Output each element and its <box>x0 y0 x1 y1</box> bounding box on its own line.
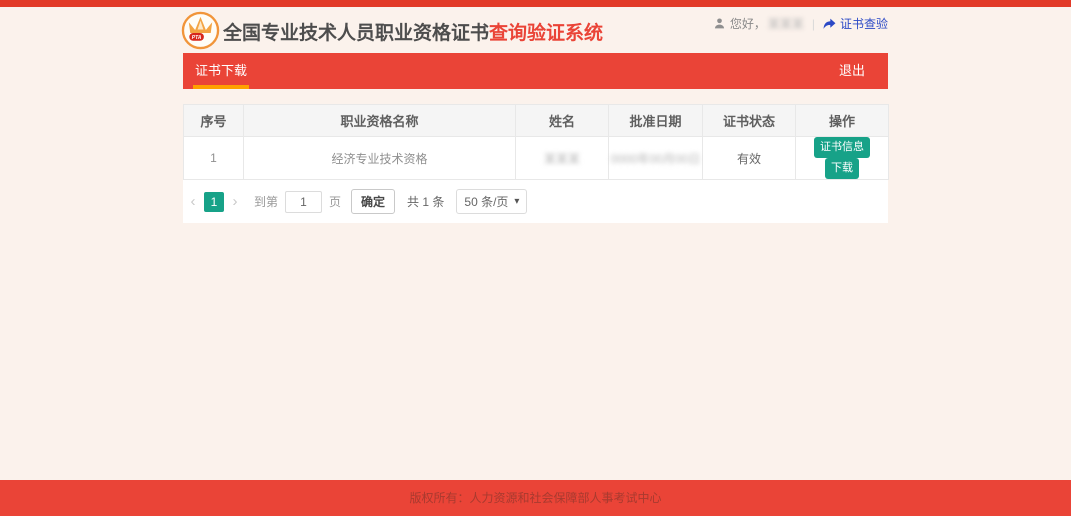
next-page-icon[interactable]: › <box>228 192 242 212</box>
main-nav: 证书下载 退出 <box>183 53 888 89</box>
header: PTA 全国专业技术人员职业资格证书查询验证系统 您好， 某某某 | 证书查验 <box>183 7 888 53</box>
name-redacted: 某某某 <box>544 152 580 166</box>
pagination: ‹ 1 › 到第 页 确定 共 1 条 50 条/页 ▾ <box>186 189 888 214</box>
top-accent-bar <box>0 0 1071 7</box>
footer-copyright: 版权所有：人力资源和社会保障部人事考试中心 <box>0 480 1071 516</box>
col-header-actions: 操作 <box>796 105 889 137</box>
certificate-verify-label: 证书查验 <box>840 15 888 32</box>
page-title-main: 全国专业技术人员职业资格证书 <box>223 23 489 44</box>
cell-status: 有效 <box>703 137 796 180</box>
user-icon <box>713 17 726 30</box>
col-header-qualification: 职业资格名称 <box>244 105 516 137</box>
col-header-status: 证书状态 <box>703 105 796 137</box>
col-header-approval-date: 批准日期 <box>609 105 703 137</box>
date-redacted: 0000年00月00日 <box>611 152 700 166</box>
userbar-divider: | <box>812 17 815 31</box>
cell-index: 1 <box>184 137 244 180</box>
cell-qualification: 经济专业技术资格 <box>244 137 516 180</box>
pta-logo: PTA <box>181 11 220 50</box>
user-name-redacted: 某某某 <box>768 15 804 32</box>
goto-page-input[interactable] <box>285 191 322 213</box>
page-title-accent: 查询验证系统 <box>489 23 603 44</box>
chevron-down-icon: ▾ <box>514 196 519 207</box>
table-header-row: 序号 职业资格名称 姓名 批准日期 证书状态 操作 <box>184 105 889 137</box>
cell-actions: 证书信息 下载 <box>796 137 889 180</box>
cell-name: 某某某 <box>516 137 609 180</box>
current-page-button[interactable]: 1 <box>204 192 224 212</box>
logout-link[interactable]: 退出 <box>839 53 865 89</box>
user-bar: 您好， 某某某 | 证书查验 <box>713 15 888 32</box>
certificate-info-button[interactable]: 证书信息 <box>814 137 870 158</box>
logo-text: PTA <box>192 35 202 41</box>
forward-arrow-icon <box>823 18 836 30</box>
total-count-label: 共 1 条 <box>407 193 444 210</box>
page-title: 全国专业技术人员职业资格证书查询验证系统 <box>223 18 603 45</box>
col-header-name: 姓名 <box>516 105 609 137</box>
prev-page-icon[interactable]: ‹ <box>186 192 200 212</box>
certificate-panel: 序号 职业资格名称 姓名 批准日期 证书状态 操作 1 经济专业技术资格 某某某… <box>183 104 888 223</box>
certificate-verify-link[interactable]: 证书查验 <box>823 15 888 32</box>
cell-approval-date: 0000年00月00日 <box>609 137 703 180</box>
goto-unit-label: 页 <box>329 193 341 210</box>
page-size-select[interactable]: 50 条/页 ▾ <box>456 189 527 214</box>
greeting-text: 您好， <box>730 15 766 32</box>
table-row: 1 经济专业技术资格 某某某 0000年00月00日 有效 证书信息 下载 <box>184 137 889 180</box>
tab-certificate-download[interactable]: 证书下载 <box>193 53 249 89</box>
confirm-page-button[interactable]: 确定 <box>351 189 395 214</box>
page-size-value: 50 条/页 <box>464 193 508 210</box>
download-button[interactable]: 下载 <box>825 158 859 179</box>
goto-label: 到第 <box>254 193 278 210</box>
certificate-table: 序号 职业资格名称 姓名 批准日期 证书状态 操作 1 经济专业技术资格 某某某… <box>183 104 889 180</box>
col-header-index: 序号 <box>184 105 244 137</box>
